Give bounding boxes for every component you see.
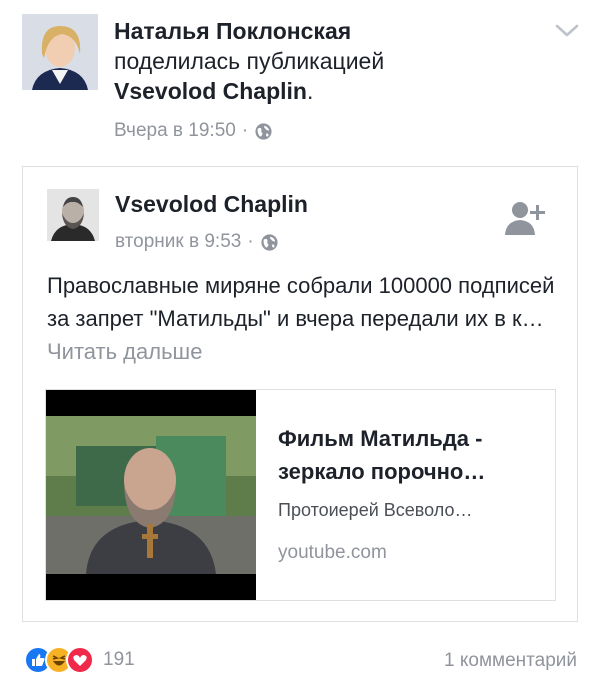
link-description: Протоиерей Всеволо… bbox=[278, 500, 473, 520]
globe-icon bbox=[255, 122, 272, 140]
share-header: Наталья Поклонская поделилась публикацие… bbox=[114, 16, 534, 106]
meta-separator: · bbox=[241, 120, 249, 141]
add-friend-icon[interactable] bbox=[503, 199, 547, 239]
share-target-suffix: . bbox=[306, 78, 314, 104]
video-thumbnail[interactable] bbox=[46, 390, 256, 600]
post-body: Православные миряне собрали 100000 подпи… bbox=[47, 273, 555, 331]
read-more-link[interactable]: Читать дальше bbox=[47, 339, 202, 364]
reaction-count[interactable]: 191 bbox=[103, 649, 135, 671]
link-title-line-2: зеркало порочно… bbox=[278, 459, 486, 484]
comments-count[interactable]: 1 комментарий bbox=[444, 650, 577, 672]
share-timestamp[interactable]: Вчера в 19:50 bbox=[114, 120, 236, 142]
link-preview[interactable]: Фильм Матильда - зеркало порочно… Протои… bbox=[45, 389, 556, 601]
share-action-text: поделилась публикацией bbox=[114, 48, 385, 74]
sharer-avatar[interactable] bbox=[22, 14, 98, 90]
sharer-name[interactable]: Наталья Поклонская bbox=[114, 18, 351, 44]
post-timestamp[interactable]: вторник в 9:53 bbox=[115, 231, 241, 253]
share-meta: Вчера в 19:50 · bbox=[114, 120, 273, 142]
shared-post-card: Vsevolod Chaplin вторник в 9:53 · Правос… bbox=[22, 166, 578, 622]
author-avatar[interactable] bbox=[47, 189, 99, 241]
meta-separator: · bbox=[247, 231, 254, 252]
link-title[interactable]: Фильм Матильда - зеркало порочно… bbox=[278, 422, 540, 488]
link-domain: youtube.com bbox=[278, 542, 387, 563]
shared-page-link[interactable]: Vsevolod Chaplin bbox=[114, 78, 307, 104]
reactions-summary[interactable]: 191 bbox=[24, 646, 135, 674]
globe-icon bbox=[261, 233, 278, 251]
chevron-down-icon[interactable] bbox=[554, 22, 580, 40]
love-icon bbox=[66, 646, 94, 674]
link-title-line-1: Фильм Матильда - bbox=[278, 426, 483, 451]
post-text: Православные миряне собрали 100000 подпи… bbox=[47, 269, 557, 368]
post-author-name[interactable]: Vsevolod Chaplin bbox=[115, 191, 308, 218]
post-meta: вторник в 9:53 · bbox=[115, 231, 279, 253]
